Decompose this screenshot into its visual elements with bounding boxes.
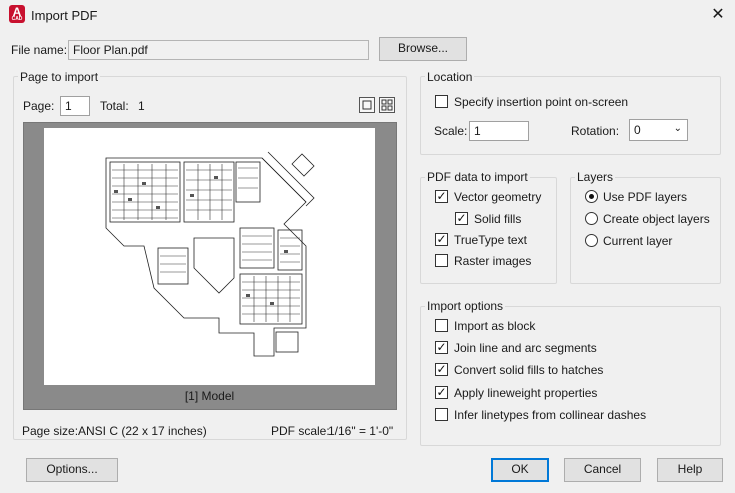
- infer-linetypes-checkbox[interactable]: [435, 408, 448, 421]
- use-pdf-layers-radio[interactable]: [585, 190, 598, 203]
- check-icon: ✓: [436, 385, 447, 399]
- vector-geometry-checkbox[interactable]: ✓: [435, 190, 448, 203]
- rotation-value: 0: [634, 123, 641, 137]
- rotation-dropdown[interactable]: 0 ⌄: [629, 119, 688, 141]
- import-as-block-checkbox[interactable]: [435, 319, 448, 332]
- import-as-block-label: Import as block: [454, 319, 536, 333]
- page-to-import-title: Page to import: [18, 70, 101, 84]
- infer-linetypes-label: Infer linetypes from collinear dashes: [454, 408, 647, 422]
- check-icon: ✓: [456, 211, 467, 225]
- vector-geometry-label: Vector geometry: [454, 190, 542, 204]
- help-button[interactable]: Help: [657, 458, 723, 482]
- raster-images-checkbox[interactable]: [435, 254, 448, 267]
- current-layer-radio[interactable]: [585, 234, 598, 247]
- scale-input[interactable]: 1: [469, 121, 529, 141]
- file-name-field[interactable]: Floor Plan.pdf: [68, 40, 369, 60]
- title-bar: [0, 0, 735, 32]
- scale-label: Scale:: [434, 124, 468, 138]
- file-name-label: File name:: [11, 43, 68, 57]
- truetype-text-label: TrueType text: [454, 233, 527, 247]
- check-icon: ✓: [436, 232, 447, 246]
- total-value: 1: [138, 99, 145, 113]
- layers-title: Layers: [575, 170, 616, 184]
- check-icon: ✓: [436, 189, 447, 203]
- page-size-label: Page size:: [22, 424, 79, 438]
- pdf-scale-value: 1/16" = 1'-0": [328, 424, 394, 438]
- cancel-button[interactable]: Cancel: [564, 458, 641, 482]
- solid-fills-checkbox[interactable]: ✓: [455, 212, 468, 225]
- raster-images-label: Raster images: [454, 254, 532, 268]
- browse-button[interactable]: Browse...: [379, 37, 467, 61]
- page-label: Page:: [23, 99, 55, 113]
- thumbnail-grid-icon[interactable]: [379, 97, 395, 113]
- convert-fills-label: Convert solid fills to hatches: [454, 363, 604, 377]
- join-segments-label: Join line and arc segments: [454, 341, 597, 355]
- apply-lineweight-label: Apply lineweight properties: [454, 386, 598, 400]
- create-object-layers-radio[interactable]: [585, 212, 598, 225]
- use-pdf-layers-label: Use PDF layers: [603, 190, 688, 204]
- specify-insertion-checkbox[interactable]: [435, 95, 448, 108]
- close-icon[interactable]: ✕: [709, 6, 727, 24]
- window-title: Import PDF: [31, 8, 98, 23]
- truetype-text-checkbox[interactable]: ✓: [435, 233, 448, 246]
- page-preview-thumbnail: [44, 128, 375, 385]
- floor-plan-drawing: [105, 151, 315, 357]
- app-logo-icon: A CAD: [9, 5, 25, 23]
- create-object-layers-label: Create object layers: [603, 212, 710, 226]
- check-icon: ✓: [436, 362, 447, 376]
- current-layer-label: Current layer: [603, 234, 673, 248]
- pdf-scale-label: PDF scale:: [271, 424, 330, 438]
- chevron-down-icon: ⌄: [673, 123, 682, 134]
- pdf-data-title: PDF data to import: [425, 170, 530, 184]
- options-button[interactable]: Options...: [26, 458, 118, 482]
- check-icon: ✓: [436, 340, 447, 354]
- total-label: Total:: [100, 99, 129, 113]
- location-group: [420, 76, 721, 155]
- rotation-label: Rotation:: [571, 124, 620, 138]
- page-size-value: ANSI C (22 x 17 inches): [78, 424, 207, 438]
- page-number-input[interactable]: 1: [60, 96, 90, 116]
- single-view-icon[interactable]: [359, 97, 375, 113]
- join-segments-checkbox[interactable]: ✓: [435, 341, 448, 354]
- preview-caption: [1] Model: [184, 389, 235, 403]
- convert-fills-checkbox[interactable]: ✓: [435, 363, 448, 376]
- apply-lineweight-checkbox[interactable]: ✓: [435, 386, 448, 399]
- import-options-title: Import options: [425, 299, 506, 313]
- ok-button[interactable]: OK: [491, 458, 549, 482]
- solid-fills-label: Solid fills: [474, 212, 522, 226]
- location-title: Location: [425, 70, 475, 84]
- specify-insertion-label: Specify insertion point on-screen: [454, 95, 629, 109]
